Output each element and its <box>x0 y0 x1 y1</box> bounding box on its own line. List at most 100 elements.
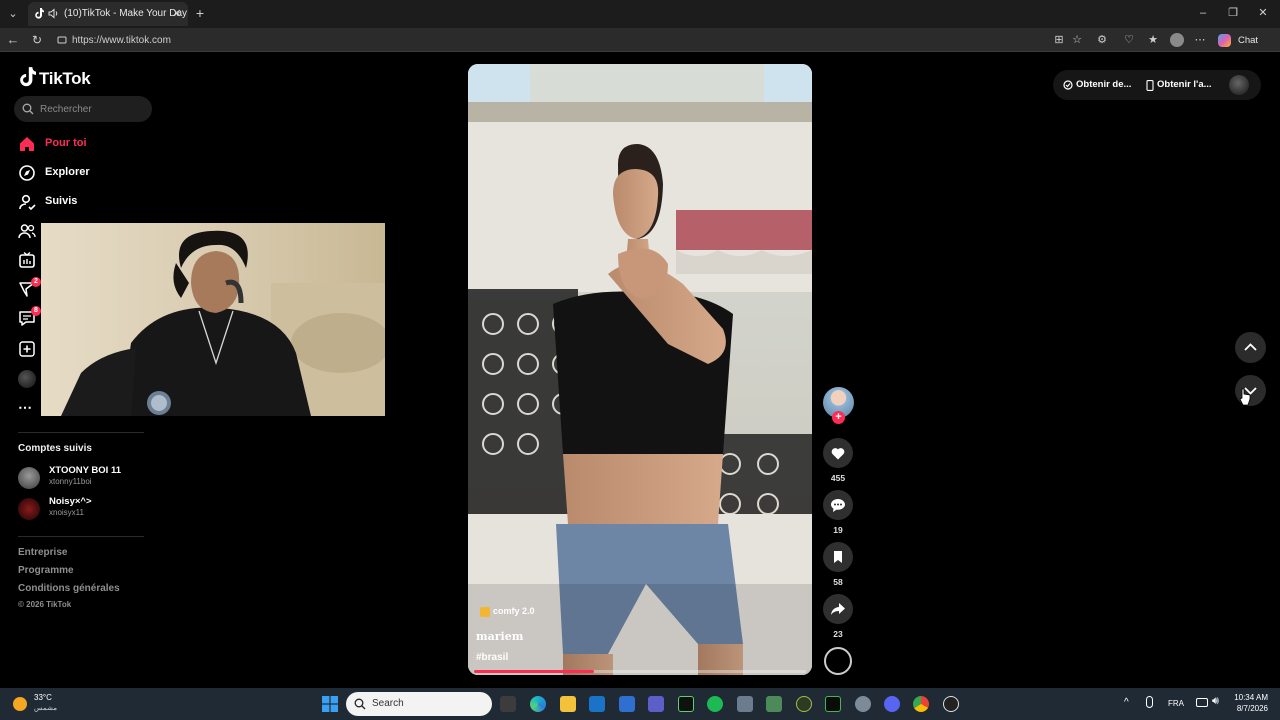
back-icon[interactable]: ← <box>6 33 20 47</box>
taskbar-search[interactable]: Search <box>346 692 492 716</box>
more-icon: ⋯ <box>18 399 32 415</box>
volume-icon[interactable]: 🔊︎ <box>1212 695 1219 708</box>
music-note-icon <box>480 607 490 617</box>
video-player[interactable]: comfy 2.0 mariem #brasil <box>468 64 812 675</box>
browser-essentials-icon[interactable]: ♡ <box>1122 33 1136 47</box>
footer-link-company[interactable]: Entreprise <box>18 547 67 558</box>
music-disc-button[interactable] <box>823 647 853 675</box>
discord-icon[interactable] <box>884 696 900 712</box>
restore-window-icon[interactable]: ❐ <box>1226 6 1240 20</box>
close-tab-icon[interactable]: ✕ <box>170 7 184 21</box>
nav-activity[interactable]: 2 <box>18 277 41 301</box>
top-actions-bar: Obtenir de... Obtenir l'a... <box>1053 70 1261 100</box>
followed-account[interactable]: XTOONY BOI 11 xtonny11boi <box>18 462 168 492</box>
get-app-button[interactable]: Obtenir l'a... <box>1143 70 1227 100</box>
get-app-label: Obtenir l'a... <box>1157 79 1212 90</box>
windows-logo-icon <box>322 696 338 712</box>
extensions-icon[interactable]: ⚙ <box>1095 33 1109 47</box>
outlook-icon[interactable] <box>589 696 605 712</box>
clock-date: 8/7/2026 <box>1236 704 1268 713</box>
obs-icon[interactable] <box>943 696 959 712</box>
video-author[interactable]: mariem <box>476 630 523 643</box>
browser-tab[interactable]: (10)TikTok - Make Your Day ✕ <box>28 2 188 26</box>
favorite-star-icon[interactable]: ☆ <box>1070 33 1084 47</box>
tiktok-favicon-icon <box>35 8 44 19</box>
tab-title: (10)TikTok - Make Your Day <box>64 8 188 19</box>
like-button[interactable]: 455 <box>823 438 853 486</box>
minimize-window-icon[interactable]: – <box>1196 6 1210 20</box>
spotify-icon[interactable] <box>707 696 723 712</box>
terminal-app-icon[interactable] <box>678 696 694 712</box>
bookmark-icon <box>834 551 842 563</box>
video-progress-fill <box>474 670 594 673</box>
search-input[interactable]: Rechercher <box>14 96 152 122</box>
language-indicator[interactable]: FRA <box>1168 699 1184 708</box>
video-progress-bar[interactable] <box>474 670 806 673</box>
weather-description: مشمس <box>34 705 57 712</box>
nav-more[interactable]: ⋯ <box>18 395 40 419</box>
comment-button[interactable]: 19 <box>823 490 853 538</box>
split-screen-icon[interactable]: ⊞ <box>1052 33 1066 47</box>
get-coins-label: Obtenir de... <box>1076 79 1132 90</box>
nav-following[interactable]: Suivis <box>18 190 138 214</box>
weather-temperature: 33°C <box>34 693 52 702</box>
save-button[interactable]: 58 <box>823 542 853 590</box>
chat-label: Chat <box>1238 35 1259 46</box>
footer-link-terms[interactable]: Conditions générales <box>18 583 120 594</box>
share-button[interactable]: 23 <box>823 594 853 642</box>
webcam-feed-image <box>41 223 385 416</box>
chrome-icon[interactable] <box>913 696 929 712</box>
profile-avatar[interactable] <box>1170 33 1184 47</box>
nav-messages[interactable]: 8 <box>18 306 41 330</box>
snipping-tool-icon[interactable] <box>766 696 782 712</box>
nav-profile[interactable] <box>18 367 40 391</box>
audio-playing-icon[interactable] <box>48 8 59 19</box>
file-viewer-icon[interactable] <box>500 696 516 712</box>
nav-explore[interactable]: Explorer <box>18 161 138 185</box>
clock-time: 10:34 AM <box>1234 693 1268 702</box>
game-app-icon[interactable] <box>796 696 812 712</box>
network-icon[interactable] <box>1196 698 1208 707</box>
mouse-cursor-icon <box>1239 388 1251 406</box>
tab-actions-menu-icon[interactable]: ⌄ <box>6 7 20 21</box>
follow-plus-icon[interactable]: + <box>832 411 845 424</box>
start-button[interactable] <box>322 696 338 712</box>
account-name: Noisy×^> <box>49 496 92 507</box>
file-explorer-icon[interactable] <box>560 696 576 712</box>
previous-video-button[interactable] <box>1235 332 1266 363</box>
code-editor-icon[interactable] <box>825 696 841 712</box>
nav-live[interactable] <box>18 248 40 272</box>
calculator-icon[interactable] <box>737 696 753 712</box>
teams-icon[interactable] <box>648 696 664 712</box>
site-info-icon[interactable] <box>57 35 67 45</box>
video-hashtag[interactable]: #brasil <box>476 652 508 663</box>
coins-icon <box>1063 80 1073 90</box>
settings-icon[interactable] <box>855 696 871 712</box>
new-tab-icon[interactable]: + <box>193 6 207 20</box>
tiktok-logo-icon <box>20 67 36 87</box>
account-username: xtonny11boi <box>49 477 92 486</box>
sidebar-divider <box>18 536 144 537</box>
followed-account[interactable]: Noisy×^> xnoisyx11 <box>18 493 168 523</box>
profile-icon <box>18 370 36 388</box>
nav-for-you[interactable]: Pour toi <box>18 132 138 156</box>
get-coins-button[interactable]: Obtenir de... <box>1061 70 1141 100</box>
refresh-icon[interactable]: ↻ <box>30 33 44 47</box>
footer-link-program[interactable]: Programme <box>18 565 74 576</box>
close-window-icon[interactable]: ✕ <box>1256 6 1270 20</box>
browser-menu-icon[interactable]: ⋯ <box>1193 33 1207 47</box>
edge-browser-icon[interactable] <box>530 696 546 712</box>
url-field[interactable]: https://www.tiktok.com <box>52 30 1092 50</box>
favorites-icon[interactable]: ★ <box>1146 33 1160 47</box>
store-icon[interactable] <box>619 696 635 712</box>
home-icon <box>20 137 34 151</box>
share-arrow-icon <box>831 603 845 615</box>
nav-friends[interactable] <box>18 219 40 243</box>
account-name: XTOONY BOI 11 <box>49 465 121 476</box>
copilot-chat-button[interactable]: Chat <box>1216 31 1260 49</box>
user-avatar[interactable] <box>1229 75 1249 95</box>
microphone-icon[interactable] <box>1146 696 1153 708</box>
nav-upload[interactable] <box>18 337 40 361</box>
creator-avatar-button[interactable]: + <box>823 387 854 427</box>
show-hidden-icons-icon[interactable]: ^ <box>1124 697 1129 708</box>
